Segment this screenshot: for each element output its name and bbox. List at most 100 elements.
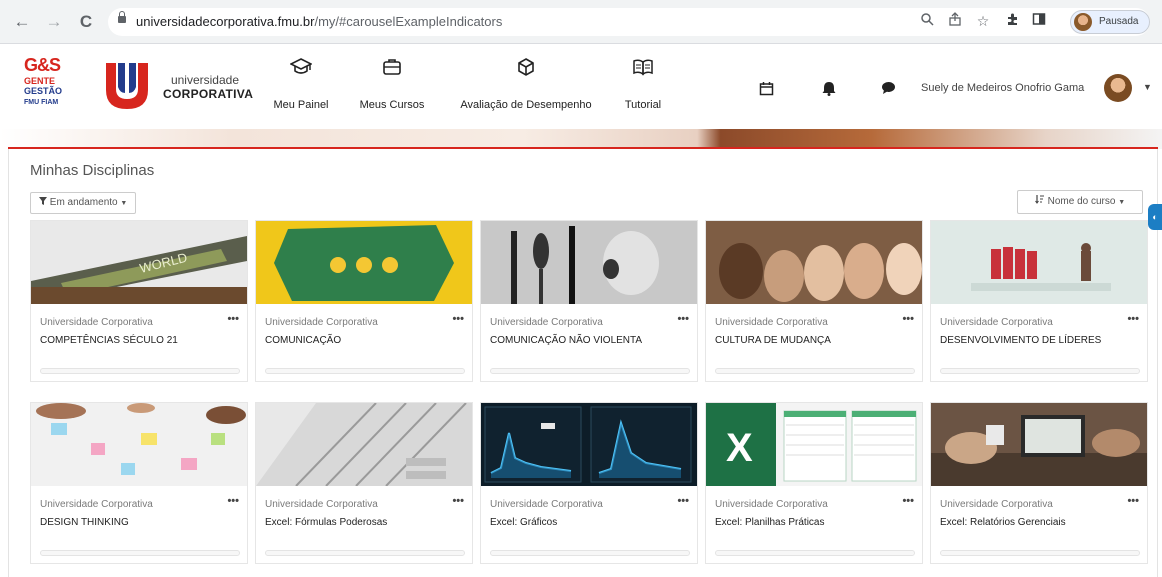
briefcase-icon [354, 57, 430, 83]
course-card[interactable]: Universidade Corporativa ••• COMUNICAÇÃO… [480, 220, 698, 382]
course-menu-button[interactable]: ••• [902, 313, 914, 325]
course-card[interactable]: WORLD Universidade Corporativa ••• COMPE… [30, 220, 248, 382]
wordmark-line2: CORPORATIVA [163, 87, 254, 101]
calendar-icon[interactable] [756, 81, 776, 100]
course-category: Universidade Corporativa [715, 499, 828, 510]
course-name[interactable]: CULTURA DE MUDANÇA [715, 335, 831, 346]
course-card[interactable]: Universidade Corporativa ••• COMUNICAÇÃO [255, 220, 473, 382]
course-card[interactable]: Universidade Corporativa ••• Excel: Rela… [930, 402, 1148, 564]
sort-icon [1034, 195, 1048, 207]
course-menu-button[interactable]: ••• [452, 495, 464, 507]
course-name[interactable]: COMUNICAÇÃO [265, 335, 341, 346]
sort-label: Nome do curso [1047, 196, 1116, 207]
section-title: Minhas Disciplinas [30, 162, 155, 179]
back-button[interactable]: ← [12, 12, 32, 32]
course-category: Universidade Corporativa [715, 317, 828, 328]
course-card[interactable]: Universidade Corporativa ••• DESIGN THIN… [30, 402, 248, 564]
course-name[interactable]: Excel: Relatórios Gerenciais [940, 517, 1066, 528]
url-host: universidadecorporativa.fmu.br [136, 14, 315, 29]
nav-meu-painel[interactable]: Meu Painel [266, 57, 336, 117]
course-card[interactable]: Universidade Corporativa ••• Excel: Fórm… [255, 402, 473, 564]
course-image [481, 403, 697, 486]
course-name[interactable]: Excel: Gráficos [490, 517, 557, 528]
wordmark-line1: universidade [170, 73, 239, 87]
filter-label: Em andamento [49, 197, 118, 208]
fmu-text: FMU FIAM [24, 99, 59, 106]
nav-label: Meu Painel [273, 99, 329, 111]
progress-bar [715, 550, 915, 556]
nav-tutorial[interactable]: Tutorial [616, 57, 670, 117]
forward-button[interactable]: → [44, 12, 64, 32]
user-name[interactable]: Suely de Medeiros Onofrio Gama [921, 82, 1084, 94]
book-icon [616, 57, 670, 83]
site-header: G&S GENTE GESTÃO FMU FIAM universidade C… [0, 45, 1162, 129]
nav-label: Tutorial [624, 99, 662, 111]
course-name[interactable]: DESIGN THINKING [40, 517, 129, 528]
reload-button[interactable]: C [76, 12, 96, 32]
course-card[interactable]: Universidade Corporativa ••• DESENVOLVIM… [930, 220, 1148, 382]
profile-avatar [1074, 13, 1092, 31]
course-card[interactable]: X Universidade Corporativa ••• Excel: Pl… [705, 402, 923, 564]
chat-bubble-icon[interactable] [878, 81, 898, 99]
universidade-corporativa-wordmark: universidade CORPORATIVA [163, 73, 254, 101]
course-menu-button[interactable]: ••• [452, 313, 464, 325]
course-image [481, 221, 697, 304]
course-image [31, 403, 247, 486]
extensions-icon[interactable] [1004, 12, 1022, 30]
browser-toolbar: ← → C universidadecorporativa.fmu.br/my/… [0, 0, 1162, 44]
carousel-banner[interactable] [0, 129, 1162, 149]
cube-icon [456, 57, 596, 83]
progress-bar [40, 550, 240, 556]
course-name[interactable]: COMPETÊNCIAS SÉCULO 21 [40, 335, 178, 346]
user-avatar[interactable] [1104, 74, 1132, 102]
course-category: Universidade Corporativa [940, 317, 1053, 328]
course-menu-button[interactable]: ••• [902, 495, 914, 507]
progress-bar [265, 368, 465, 374]
course-image: X [706, 403, 922, 486]
course-name[interactable]: Excel: Fórmulas Poderosas [265, 517, 387, 528]
course-name[interactable]: COMUNICAÇÃO NÃO VIOLENTA [490, 335, 642, 346]
course-image [931, 403, 1147, 486]
course-menu-button[interactable]: ••• [1127, 495, 1139, 507]
course-category: Universidade Corporativa [40, 317, 153, 328]
course-menu-button[interactable]: ••• [227, 313, 239, 325]
nav-label: Avaliação de Desempenho [460, 99, 592, 111]
course-image: WORLD [31, 221, 247, 304]
course-image [256, 403, 472, 486]
filter-dropdown[interactable]: Em andamento ▼ [30, 192, 137, 214]
nav-label: Meus Cursos [359, 99, 425, 111]
course-category: Universidade Corporativa [940, 499, 1053, 510]
course-name[interactable]: DESENVOLVIMENTO DE LÍDERES [940, 335, 1101, 346]
profile-button[interactable]: Pausada [1070, 10, 1150, 34]
course-menu-button[interactable]: ••• [227, 495, 239, 507]
sort-dropdown[interactable]: Nome do curso ▼ [1017, 190, 1143, 214]
progress-bar [490, 550, 690, 556]
course-name[interactable]: Excel: Planilhas Práticas [715, 517, 825, 528]
progress-bar [715, 368, 915, 374]
chevron-down-icon[interactable]: ▼ [1143, 82, 1152, 92]
course-category: Universidade Corporativa [490, 317, 603, 328]
url-path: /my/#carouselExampleIndicators [314, 14, 503, 29]
zoom-icon[interactable] [918, 12, 936, 30]
lock-icon[interactable] [118, 11, 126, 25]
gente-text: GENTE [24, 76, 56, 86]
accessibility-side-tab[interactable]: ◐ [1148, 204, 1162, 230]
course-card[interactable]: Universidade Corporativa ••• CULTURA DE … [705, 220, 923, 382]
nav-meus-cursos[interactable]: Meus Cursos [354, 57, 430, 117]
share-icon[interactable] [946, 12, 964, 30]
url-text[interactable]: universidadecorporativa.fmu.br/my/#carou… [136, 14, 502, 29]
svg-text:X: X [726, 426, 753, 470]
bookmark-star-icon[interactable]: ☆ [974, 12, 992, 30]
course-card[interactable]: Universidade Corporativa ••• Excel: Gráf… [480, 402, 698, 564]
filter-icon [39, 197, 50, 208]
bell-icon[interactable] [819, 81, 839, 100]
course-menu-button[interactable]: ••• [677, 313, 689, 325]
progress-bar [940, 550, 1140, 556]
gente-gestao-logo[interactable]: G&S GENTE GESTÃO FMU FIAM [24, 55, 64, 115]
side-panel-icon[interactable] [1030, 12, 1048, 30]
profile-status: Pausada [1099, 16, 1139, 27]
universidade-u-logo[interactable] [102, 59, 152, 111]
nav-avaliacao-desempenho[interactable]: Avaliação de Desempenho [456, 57, 596, 117]
course-menu-button[interactable]: ••• [677, 495, 689, 507]
course-menu-button[interactable]: ••• [1127, 313, 1139, 325]
